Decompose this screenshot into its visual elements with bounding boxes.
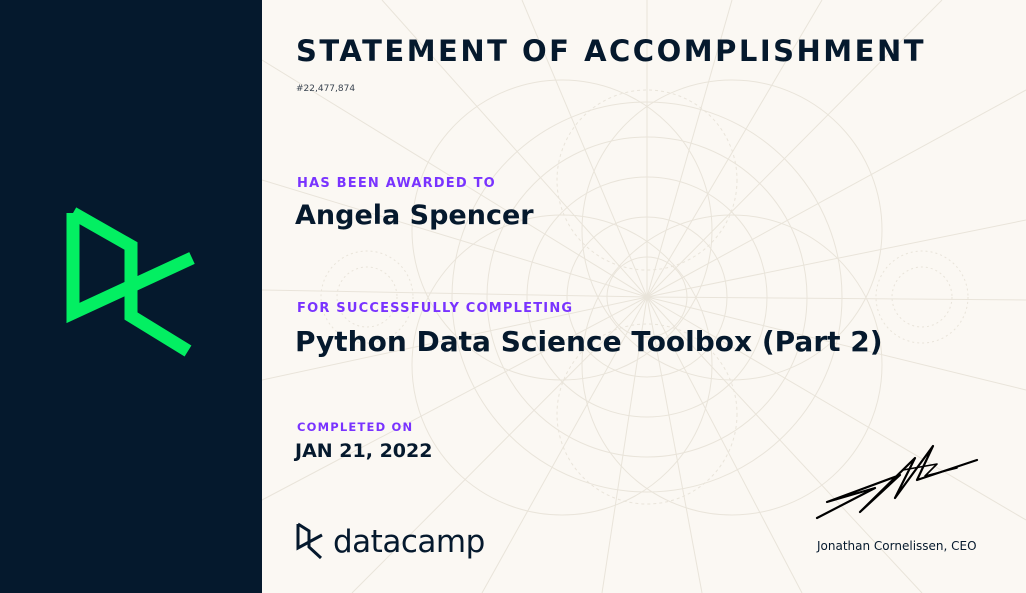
certificate-title: STATEMENT OF ACCOMPLISHMENT — [296, 34, 926, 68]
certificate: STATEMENT OF ACCOMPLISHMENT #22,477,874 … — [0, 0, 1026, 593]
datacamp-logo-icon — [296, 522, 323, 560]
ceo-signature — [815, 444, 979, 520]
brand-name: datacamp — [333, 524, 485, 560]
certificate-number: #22,477,874 — [296, 84, 356, 94]
completed-on-label: COMPLETED ON — [297, 420, 414, 434]
awarded-label: HAS BEEN AWARDED TO — [297, 176, 496, 191]
completion-date: JAN 21, 2022 — [295, 440, 433, 462]
signer-name: Jonathan Cornelissen, CEO — [817, 539, 977, 553]
completing-label: FOR SUCCESSFULLY COMPLETING — [297, 301, 574, 316]
course-title: Python Data Science Toolbox (Part 2) — [295, 325, 883, 358]
recipient-name: Angela Spencer — [295, 200, 534, 231]
left-panel — [0, 0, 262, 593]
brand-logo: datacamp — [295, 518, 485, 566]
datacamp-logo-icon — [66, 207, 195, 357]
